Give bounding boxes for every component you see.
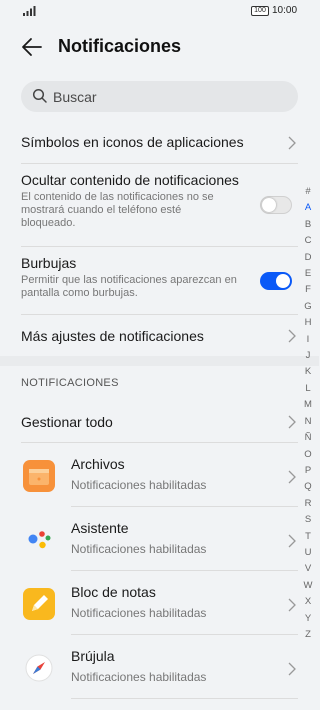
index-letter[interactable]: G bbox=[300, 299, 316, 315]
app-name: Archivos bbox=[71, 456, 125, 472]
index-letter[interactable]: Z bbox=[300, 627, 316, 643]
more-settings-label: Más ajustes de notificaciones bbox=[21, 328, 204, 344]
back-arrow-icon[interactable] bbox=[21, 36, 43, 58]
search-icon bbox=[32, 88, 47, 103]
hide-content-title: Ocultar contenido de notificaciones bbox=[21, 172, 239, 188]
index-letter[interactable]: H bbox=[300, 315, 316, 331]
bubbles-description: Permitir que las notificaciones aparezca… bbox=[21, 274, 237, 299]
status-time: 10:00 bbox=[272, 5, 298, 16]
divider bbox=[21, 442, 298, 443]
search-input[interactable] bbox=[53, 81, 283, 112]
index-letter[interactable]: M bbox=[300, 397, 316, 413]
index-letter[interactable]: Ñ bbox=[300, 430, 316, 446]
app-icon-badges-row[interactable]: Símbolos en iconos de aplicaciones bbox=[21, 128, 298, 158]
bubbles-title: Burbujas bbox=[21, 255, 77, 271]
index-letter[interactable]: B bbox=[300, 217, 316, 233]
index-letter[interactable]: L bbox=[300, 381, 316, 397]
hide-content-toggle[interactable] bbox=[260, 196, 292, 214]
index-letter[interactable]: U bbox=[300, 545, 316, 561]
search-bar[interactable] bbox=[21, 81, 298, 112]
bubbles-row[interactable]: Burbujas Permitir que las notificaciones… bbox=[21, 255, 298, 307]
app-row-brujula[interactable]: Brújula Notificaciones habilitadas bbox=[21, 638, 298, 702]
more-settings-row[interactable]: Más ajustes de notificaciones bbox=[21, 320, 298, 352]
chevron-right-icon bbox=[288, 136, 296, 150]
index-letter[interactable]: N bbox=[300, 414, 316, 430]
index-letter[interactable]: D bbox=[300, 250, 316, 266]
alphabet-index[interactable]: # A B C D E F G H I J K L M N Ñ O P Q R S T U V W X Y Z bbox=[300, 184, 316, 643]
chevron-right-icon bbox=[288, 329, 296, 343]
index-letter[interactable]: I bbox=[300, 332, 316, 348]
chevron-right-icon bbox=[288, 598, 296, 612]
assistant-icon bbox=[28, 531, 51, 549]
app-row-bloc-de-notas[interactable]: Bloc de notas Notificaciones habilitadas bbox=[21, 574, 298, 638]
toggle-knob bbox=[276, 274, 290, 288]
index-letter[interactable]: P bbox=[300, 463, 316, 479]
index-letter[interactable]: K bbox=[300, 364, 316, 380]
app-status: Notificaciones habilitadas bbox=[71, 478, 207, 492]
bubbles-toggle[interactable] bbox=[260, 272, 292, 290]
index-letter[interactable]: Y bbox=[300, 611, 316, 627]
divider bbox=[21, 246, 298, 247]
toggle-knob bbox=[262, 198, 276, 212]
divider bbox=[71, 698, 298, 699]
app-status: Notificaciones habilitadas bbox=[71, 670, 207, 684]
app-row-asistente[interactable]: Asistente Notificaciones habilitadas bbox=[21, 510, 298, 574]
divider bbox=[71, 634, 298, 635]
app-header: Notificaciones bbox=[0, 28, 319, 68]
manage-all-row[interactable]: Gestionar todo bbox=[21, 406, 298, 438]
divider bbox=[71, 506, 298, 507]
index-letter[interactable]: S bbox=[300, 512, 316, 528]
status-bar: 100 10:00 bbox=[0, 0, 319, 24]
hide-content-row[interactable]: Ocultar contenido de notificaciones El c… bbox=[21, 172, 298, 238]
index-letter[interactable]: E bbox=[300, 266, 316, 282]
manage-all-label: Gestionar todo bbox=[21, 414, 113, 430]
divider bbox=[21, 163, 298, 164]
index-letter[interactable]: J bbox=[300, 348, 316, 364]
index-letter[interactable]: R bbox=[300, 496, 316, 512]
battery-icon: 100 bbox=[251, 6, 269, 16]
chevron-right-icon bbox=[288, 415, 296, 429]
divider bbox=[21, 314, 298, 315]
app-row-archivos[interactable]: Archivos Notificaciones habilitadas bbox=[21, 446, 298, 510]
battery-level: 100 bbox=[254, 7, 266, 14]
compass-icon bbox=[25, 654, 53, 682]
app-name: Asistente bbox=[71, 520, 129, 536]
index-letter[interactable]: V bbox=[300, 561, 316, 577]
hide-content-description: El contenido de las notificaciones no se… bbox=[21, 191, 214, 229]
page-title: Notificaciones bbox=[58, 36, 182, 56]
app-name: Bloc de notas bbox=[71, 584, 156, 600]
index-letter[interactable]: T bbox=[300, 529, 316, 545]
section-separator bbox=[0, 356, 319, 366]
app-status: Notificaciones habilitadas bbox=[71, 542, 207, 556]
app-status: Notificaciones habilitadas bbox=[71, 606, 207, 620]
index-letter[interactable]: Q bbox=[300, 479, 316, 495]
notepad-icon bbox=[23, 588, 55, 620]
app-icon-badges-label: Símbolos en iconos de aplicaciones bbox=[21, 134, 244, 150]
files-icon bbox=[23, 460, 55, 492]
section-label: NOTIFICACIONES bbox=[21, 377, 119, 389]
chevron-right-icon bbox=[288, 534, 296, 548]
index-letter[interactable]: A bbox=[300, 200, 316, 216]
app-name: Brújula bbox=[71, 648, 115, 664]
signal-icon bbox=[23, 6, 36, 16]
index-letter[interactable]: X bbox=[300, 594, 316, 610]
index-letter[interactable]: O bbox=[300, 447, 316, 463]
chevron-right-icon bbox=[288, 470, 296, 484]
index-letter[interactable]: W bbox=[300, 578, 316, 594]
index-letter[interactable]: F bbox=[300, 282, 316, 298]
index-letter[interactable]: C bbox=[300, 233, 316, 249]
chevron-right-icon bbox=[288, 662, 296, 676]
index-letter[interactable]: # bbox=[300, 184, 316, 200]
divider bbox=[71, 570, 298, 571]
